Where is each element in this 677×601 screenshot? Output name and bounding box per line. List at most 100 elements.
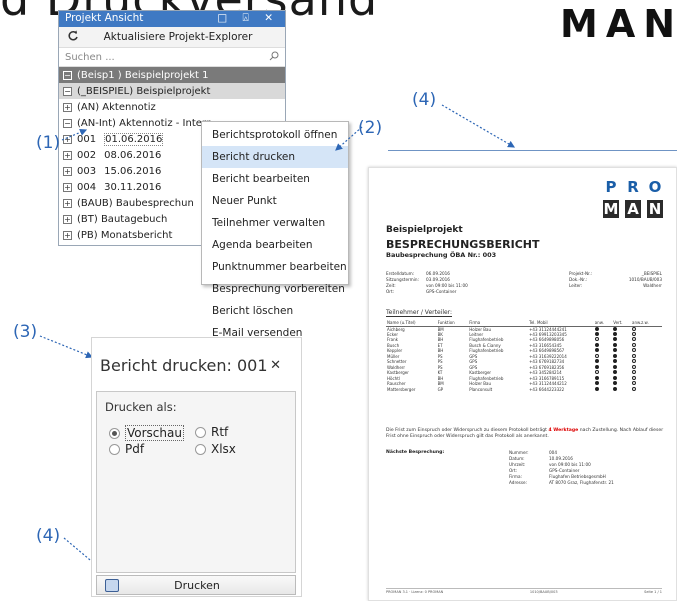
meta-value: von 09:00 bis 11:00 [426, 283, 468, 288]
print-button[interactable]: Drucken [96, 575, 296, 595]
filled-dot-icon [613, 337, 618, 342]
filled-dot-icon [594, 326, 599, 331]
empty-dot-icon [632, 370, 636, 375]
filled-dot-icon [594, 364, 599, 369]
footer-right: Seite 1 / 1 [644, 590, 662, 594]
filled-dot-icon [613, 359, 618, 364]
logo-letter: M [603, 200, 619, 218]
next-value: von 09:00 bis 11:00 [549, 462, 591, 467]
next-value: GPS-Container [549, 468, 580, 473]
arrow-1 [61, 128, 88, 141]
empty-dot-icon [632, 337, 636, 342]
next-label: Datum: [509, 456, 525, 461]
table-cell [594, 386, 612, 393]
objection-note: Die Frist zum Einspruch oder Widerspruch… [386, 428, 666, 440]
table-cell [631, 386, 662, 393]
printer-icon [105, 578, 119, 592]
empty-dot-icon [632, 381, 636, 386]
meta-value: 1010/BAUB/003 [628, 277, 662, 282]
print-button-label: Drucken [174, 578, 220, 592]
arrow-2 [335, 126, 363, 151]
empty-dot-icon [594, 370, 599, 375]
next-value: AT 8070 Graz, Flughafenstr. 21 [549, 480, 614, 485]
table-cell: Mattersberger [387, 386, 416, 392]
meta-label: Sitzungstermin: [386, 277, 419, 282]
radio-xlsx-label: Xlsx [211, 442, 236, 456]
filled-dot-icon [613, 353, 618, 358]
table-cell: GP [437, 386, 444, 392]
table-cell: Planconsult [469, 386, 493, 392]
participants-table: Name (u.Titel) Funktion Firma Tel. Mobil anw… [386, 320, 662, 392]
meta-value: 03.09.2016 [426, 277, 450, 282]
filled-dot-icon [594, 359, 599, 364]
next-meeting-label: Nächste Besprechung: [386, 450, 445, 455]
preview-divider [388, 150, 677, 151]
logo-letter: N [647, 200, 663, 218]
radio-xlsx[interactable]: Xlsx [195, 442, 236, 456]
empty-dot-icon [632, 386, 636, 391]
filled-dot-icon [613, 364, 618, 369]
filled-dot-icon [613, 381, 618, 386]
arrow-3 [39, 335, 94, 359]
meta-value: Waldherr [643, 283, 662, 288]
next-value: 10.09.2016 [549, 456, 573, 461]
print-as-label: Drucken als: [105, 400, 177, 414]
filled-dot-icon [613, 342, 618, 347]
next-value: Flughafen BetriebsgesmbH [549, 474, 606, 479]
proman-logo: P R O M A N [595, 176, 669, 222]
filled-dot-icon [594, 342, 599, 347]
logo-letter: P [603, 178, 619, 196]
logo-letter: O [647, 178, 663, 196]
filled-dot-icon [613, 348, 618, 353]
report-footer: PROMAN 3.1 · Lizenz: 0 PROMAN 1010/BAUB/… [386, 588, 662, 594]
empty-dot-icon [594, 353, 599, 358]
arrow-4-right [441, 104, 516, 148]
report-title: BESPRECHUNGSBERICHT [386, 238, 540, 251]
report-subtitle: Baubesprechung ÖBA Nr.: 003 [386, 251, 497, 259]
radio-rtf-label: Rtf [211, 425, 229, 439]
print-options-group: Drucken als: Vorschau Pdf Rtf Xlsx [96, 391, 296, 573]
radio-checked-icon [109, 427, 120, 439]
empty-dot-icon [632, 326, 636, 331]
footer-mid: 1010/BAUB/003 [529, 590, 558, 594]
meta-value: 06.09.2016 [426, 271, 450, 276]
radio-vorschau-label: Vorschau [125, 425, 184, 441]
participants-title: Teilnehmer / Verteiler: [386, 309, 453, 317]
radio-pdf[interactable]: Pdf [109, 442, 144, 456]
empty-dot-icon [632, 348, 636, 353]
report-project: Beispielprojekt [386, 225, 463, 235]
dialog-header: Bericht drucken: 001 ✕ [92, 338, 301, 392]
footer-left: PROMAN 3.1 · Lizenz: 0 PROMAN [386, 590, 444, 594]
meta-label: Ort: [386, 289, 395, 294]
radio-rtf[interactable]: Rtf [195, 425, 228, 439]
note-deadline: 4 Werktage [548, 428, 579, 433]
next-label: Ort: [509, 468, 518, 473]
table-cell: +43 6644223322 [529, 386, 565, 392]
meta-label: Dok.-Nr.: [569, 277, 588, 282]
radio-vorschau[interactable]: Vorschau [109, 425, 184, 441]
empty-dot-icon [632, 359, 636, 364]
table-cell [612, 386, 631, 393]
logo-letter: R [625, 178, 641, 196]
empty-dot-icon [632, 342, 636, 347]
meta-label: Erstelldatum: [386, 271, 415, 276]
meta-value: _BEISPIEL [641, 271, 662, 276]
dialog-title: Bericht drucken: 001 [100, 355, 268, 375]
filled-dot-icon [594, 348, 599, 353]
filled-dot-icon [594, 331, 599, 336]
next-label: Nummer: [509, 450, 529, 455]
next-value: 004 [549, 450, 557, 455]
table-row: Mattersberger GP Planconsult +43 6644223322 [386, 386, 662, 393]
empty-dot-icon [632, 331, 636, 336]
radio-unchecked-icon [195, 426, 206, 438]
next-label: Uhrzeit: [509, 462, 526, 467]
filled-dot-icon [613, 375, 618, 380]
print-dialog: Bericht drucken: 001 ✕ Drucken als: Vors… [91, 337, 302, 597]
next-label: Firma: [509, 474, 522, 479]
close-icon[interactable]: ✕ [270, 358, 281, 373]
filled-dot-icon [594, 375, 599, 380]
filled-dot-icon [613, 331, 618, 336]
next-label: Adresse: [509, 480, 528, 485]
meta-label: Projekt-Nr.: [569, 271, 593, 276]
filled-dot-icon [613, 326, 618, 331]
